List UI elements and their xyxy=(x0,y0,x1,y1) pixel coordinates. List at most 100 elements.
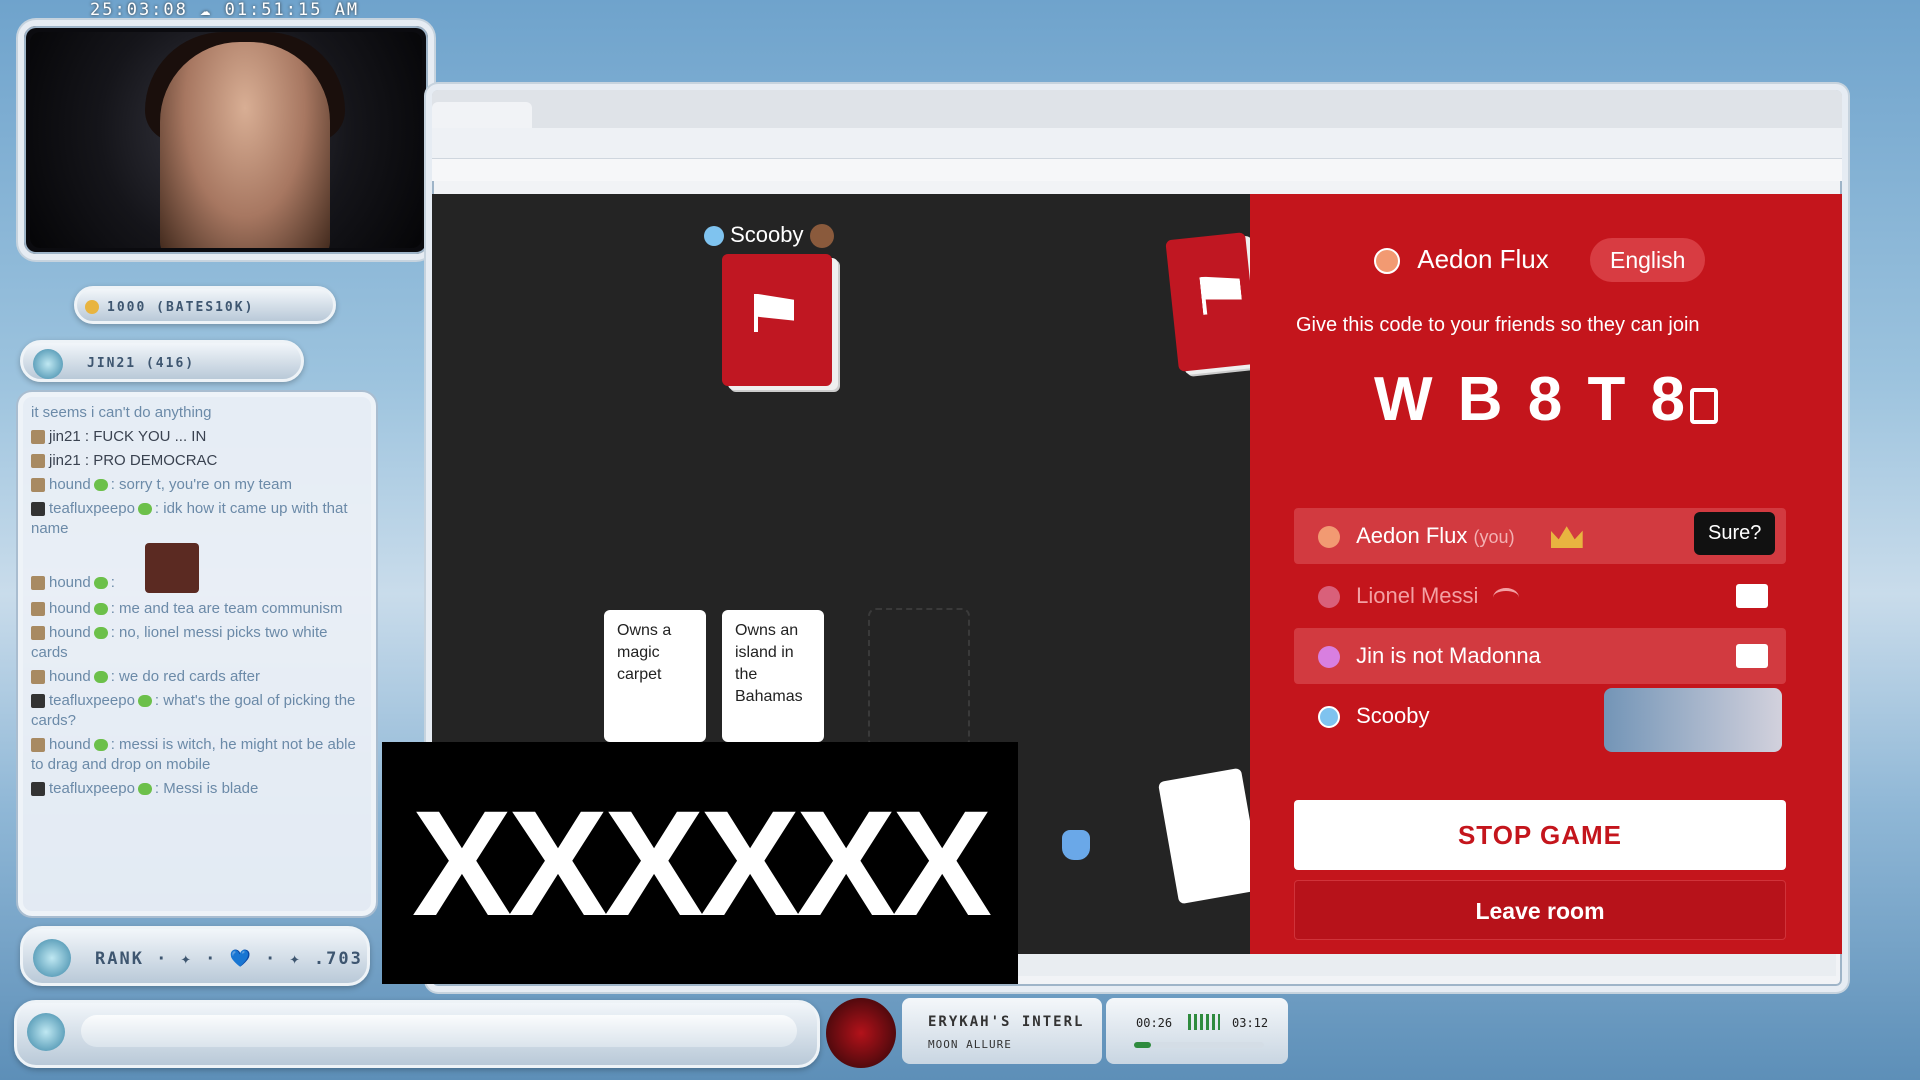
flag-icon xyxy=(1199,273,1243,315)
track-timer: 00:26 03:12 xyxy=(1106,998,1288,1064)
chat-message: it seems i can't do anything xyxy=(31,404,212,421)
webcam-streamer xyxy=(160,42,330,248)
frog-emote-icon xyxy=(93,479,108,492)
card-drop-slot[interactable] xyxy=(868,608,970,748)
chat-message: jin21 : FUCK YOU ... IN xyxy=(23,425,371,449)
censor-box: XXXXXX xyxy=(382,742,1018,984)
browser-tab[interactable] xyxy=(432,102,532,128)
badge-icon xyxy=(31,782,45,797)
badge-icon xyxy=(31,454,45,469)
rank-pill: RANK · ✦ · 💙 · ✦ .703 xyxy=(20,926,370,986)
stream-timestamp: 25:03:08 ☁ 01:51:15 AM xyxy=(90,0,360,20)
white-card-deck[interactable] xyxy=(1157,767,1263,905)
black-card-deck[interactable] xyxy=(722,254,832,386)
address-bar[interactable] xyxy=(432,128,1842,159)
language-select[interactable]: English xyxy=(1590,238,1706,282)
badge-icon xyxy=(31,478,45,493)
kick-player-icon[interactable] xyxy=(1736,584,1768,608)
chat-message: teafluxpeepo: what's the goal of picking… xyxy=(31,692,356,729)
white-card[interactable]: Owns an island in the Bahamas xyxy=(722,610,824,742)
progress-fill xyxy=(1134,1042,1151,1048)
chat-message: hound: we do red cards after xyxy=(23,665,371,689)
player-dot-icon xyxy=(1318,526,1340,549)
player-dot-icon xyxy=(1318,646,1340,669)
time-elapsed: 00:26 xyxy=(1136,1016,1173,1030)
room-sidebar: Aedon Flux English Give this code to you… xyxy=(1250,194,1842,954)
current-player-name: Scooby xyxy=(730,222,804,247)
progress-track xyxy=(1134,1042,1264,1048)
chat-panel: it seems i can't do anything jin21 : FUC… xyxy=(18,392,376,916)
chat-message: hound: sorry t, you're on my team xyxy=(23,473,371,497)
player-row: Jin is not Madonna xyxy=(1294,628,1786,684)
badge-icon xyxy=(31,626,45,641)
badge-icon xyxy=(31,670,45,685)
flag-icon xyxy=(1157,767,1241,783)
time-total: 03:12 xyxy=(1232,1016,1269,1030)
frog-emote-icon xyxy=(93,627,108,640)
track-title: ERYKAH'S INTERL xyxy=(928,1014,1085,1030)
bottom-bar xyxy=(14,1000,820,1068)
host-header: Aedon Flux xyxy=(1374,244,1549,275)
gem-icon xyxy=(33,939,71,977)
frog-emote-icon xyxy=(93,603,108,616)
no-wifi-icon xyxy=(1492,587,1519,607)
room-code: W B 8 T 8 xyxy=(1374,365,1690,434)
player-dot-icon xyxy=(1318,706,1340,729)
frog-emote-icon xyxy=(93,739,108,752)
top-chatter-label: JIN21 (416) xyxy=(87,356,196,371)
white-card[interactable]: Owns a magic carpet xyxy=(604,610,706,742)
frog-emote-icon xyxy=(137,783,152,796)
browser-tabbar xyxy=(432,90,1842,128)
leave-room-button[interactable]: Leave room xyxy=(1294,880,1786,940)
flag-icon xyxy=(754,294,794,332)
points-label: 1000 (BATES10K) xyxy=(107,300,255,315)
chat-message: jin21 : PRO DEMOCRAC xyxy=(23,449,371,473)
chat-message: hound: messi is witch, he might not be a… xyxy=(31,736,356,773)
now-playing-widget: ERYKAH'S INTERL MOON ALLURE xyxy=(902,998,1102,1064)
player-dot-icon xyxy=(1318,586,1340,609)
rank-label: RANK · ✦ · 💙 · ✦ .703 xyxy=(95,949,363,969)
chat-message: hound: me and tea are team communism xyxy=(23,597,371,621)
gem-icon xyxy=(27,1013,65,1051)
bottom-bar-track xyxy=(81,1015,797,1047)
frog-emote-icon xyxy=(93,671,108,684)
coin-icon xyxy=(85,300,99,314)
chat-message: teafluxpeepo: idk how it came up with th… xyxy=(31,500,348,537)
current-player: Scooby xyxy=(704,222,834,249)
badge-icon xyxy=(31,576,45,591)
host-dot-icon xyxy=(1374,248,1400,275)
player-row: Lionel Messi xyxy=(1294,568,1786,624)
frog-emote-icon xyxy=(137,503,152,516)
overlay-sticker-image xyxy=(1604,688,1782,752)
album-art xyxy=(826,998,896,1068)
crown-icon xyxy=(1550,526,1583,549)
monkey-emoji-icon xyxy=(809,224,834,249)
badge-icon xyxy=(31,738,45,753)
top-chatter-pill: JIN21 (416) xyxy=(20,340,304,382)
webcam-feed xyxy=(30,32,422,248)
chat-message: teafluxpeepo: Messi is blade xyxy=(23,777,371,801)
host-name: Aedon Flux xyxy=(1417,244,1549,274)
equalizer-icon xyxy=(1188,1014,1220,1030)
chat-message: hound: xyxy=(23,541,371,597)
badge-icon xyxy=(31,502,45,517)
track-artist: MOON ALLURE xyxy=(928,1038,1012,1051)
chat-sticker-image xyxy=(144,543,199,593)
badge-icon xyxy=(31,430,45,445)
copy-icon[interactable] xyxy=(1690,388,1718,424)
confirm-tooltip[interactable]: Sure? xyxy=(1694,512,1776,555)
player-row: Scooby xyxy=(1294,688,1786,752)
badge-icon xyxy=(31,694,45,709)
bookmarks-bar xyxy=(432,159,1842,181)
player-dot-icon xyxy=(704,226,724,247)
badge-icon xyxy=(31,602,45,617)
stop-game-button[interactable]: STOP GAME xyxy=(1294,800,1786,870)
red-card-deck[interactable] xyxy=(1165,232,1259,372)
kick-player-icon[interactable] xyxy=(1736,644,1768,668)
taskbar xyxy=(1018,954,1836,976)
points-pill: 1000 (BATES10K) xyxy=(74,286,336,324)
webcam-frame xyxy=(18,20,434,260)
hand-cursor-icon xyxy=(1062,830,1090,860)
invite-instructions: Give this code to your friends so they c… xyxy=(1296,314,1700,336)
frog-emote-icon xyxy=(93,577,108,590)
